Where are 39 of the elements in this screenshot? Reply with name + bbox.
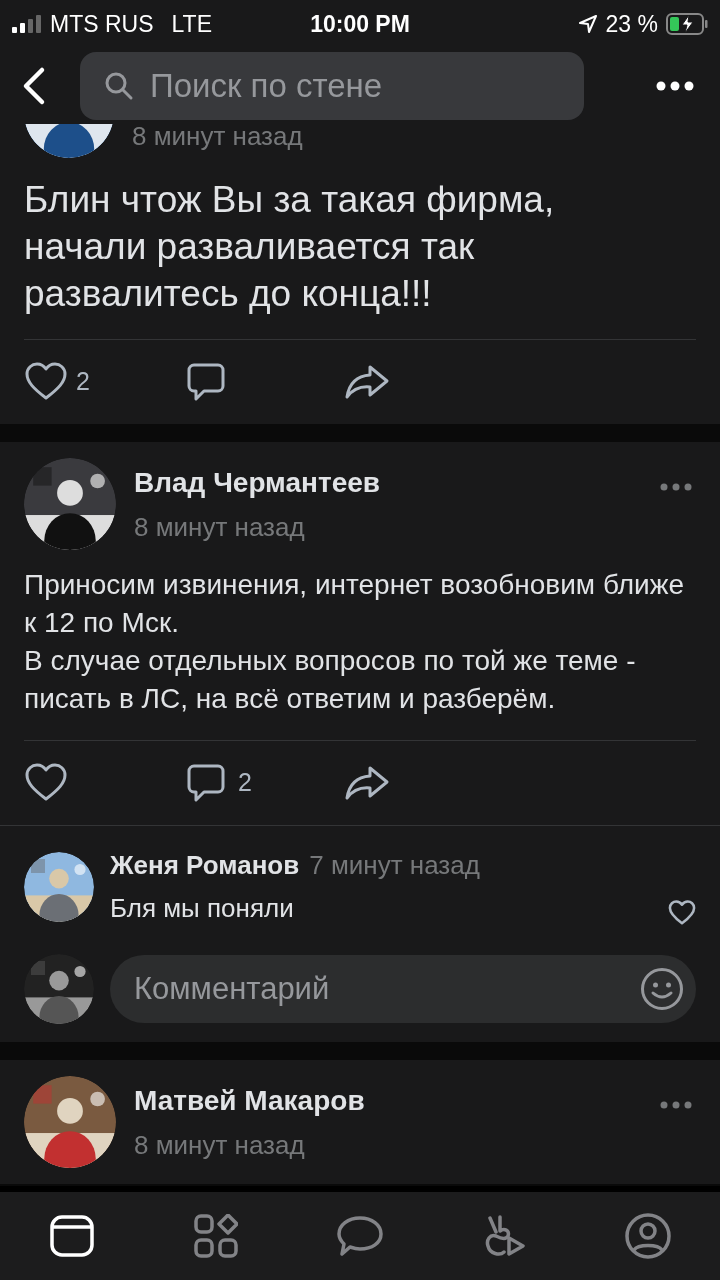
chat-icon [337, 1215, 383, 1257]
like-button[interactable]: 2 [24, 362, 186, 402]
profile-icon [625, 1213, 671, 1259]
comment-author[interactable]: Женя Романов [110, 846, 300, 885]
signal-icon [12, 15, 42, 33]
comment-button[interactable]: 2 [186, 763, 344, 803]
location-arrow-icon [577, 14, 598, 34]
comment-icon [186, 763, 226, 803]
comment-time: 7 минут назад [309, 849, 480, 882]
search-field[interactable]: Поиск по стене [80, 52, 584, 120]
share-icon [344, 364, 390, 400]
network-type: LTE [171, 9, 212, 39]
comment-text: Бля мы поняли [110, 892, 295, 925]
post-time: 8 минут назад [134, 1128, 306, 1162]
comment-icon [186, 362, 226, 402]
heart-icon [24, 362, 68, 402]
search-icon [104, 71, 134, 101]
post-text: Блин чтож Вы за такая фирма, начали разваливается так развалитесь до конца!!! [24, 178, 556, 316]
comment-field[interactable]: Комментарий [110, 955, 696, 1023]
heart-icon [668, 900, 696, 926]
post-time: 8 минут назад [134, 510, 306, 544]
battery-percent: 23 % [605, 9, 658, 39]
share-button[interactable] [344, 364, 390, 400]
post-text: Приносим извинения, интернет возобновим ближе к 12 по Мск. В случае отдельных вопросов по той же теме - писать в ЛС, на всё ответим и разберём. [24, 568, 685, 716]
feed-icon [50, 1215, 94, 1257]
more-icon [656, 81, 694, 91]
author-name[interactable]: Матвей Макаров [134, 1079, 638, 1122]
heart-icon [24, 763, 68, 803]
post-time: 8 минут назад [132, 124, 303, 153]
author-name[interactable]: Влад Чермантеев [134, 461, 638, 504]
more-icon [660, 1101, 692, 1109]
more-icon [660, 483, 692, 491]
grid-icon [194, 1214, 238, 1258]
clock: 10:00 PM [309, 9, 411, 39]
smiley-icon[interactable] [640, 967, 684, 1011]
carrier-name: MTS RUS [50, 9, 154, 39]
share-button[interactable] [344, 765, 390, 801]
share-icon [344, 765, 390, 801]
like-button[interactable] [668, 900, 696, 926]
